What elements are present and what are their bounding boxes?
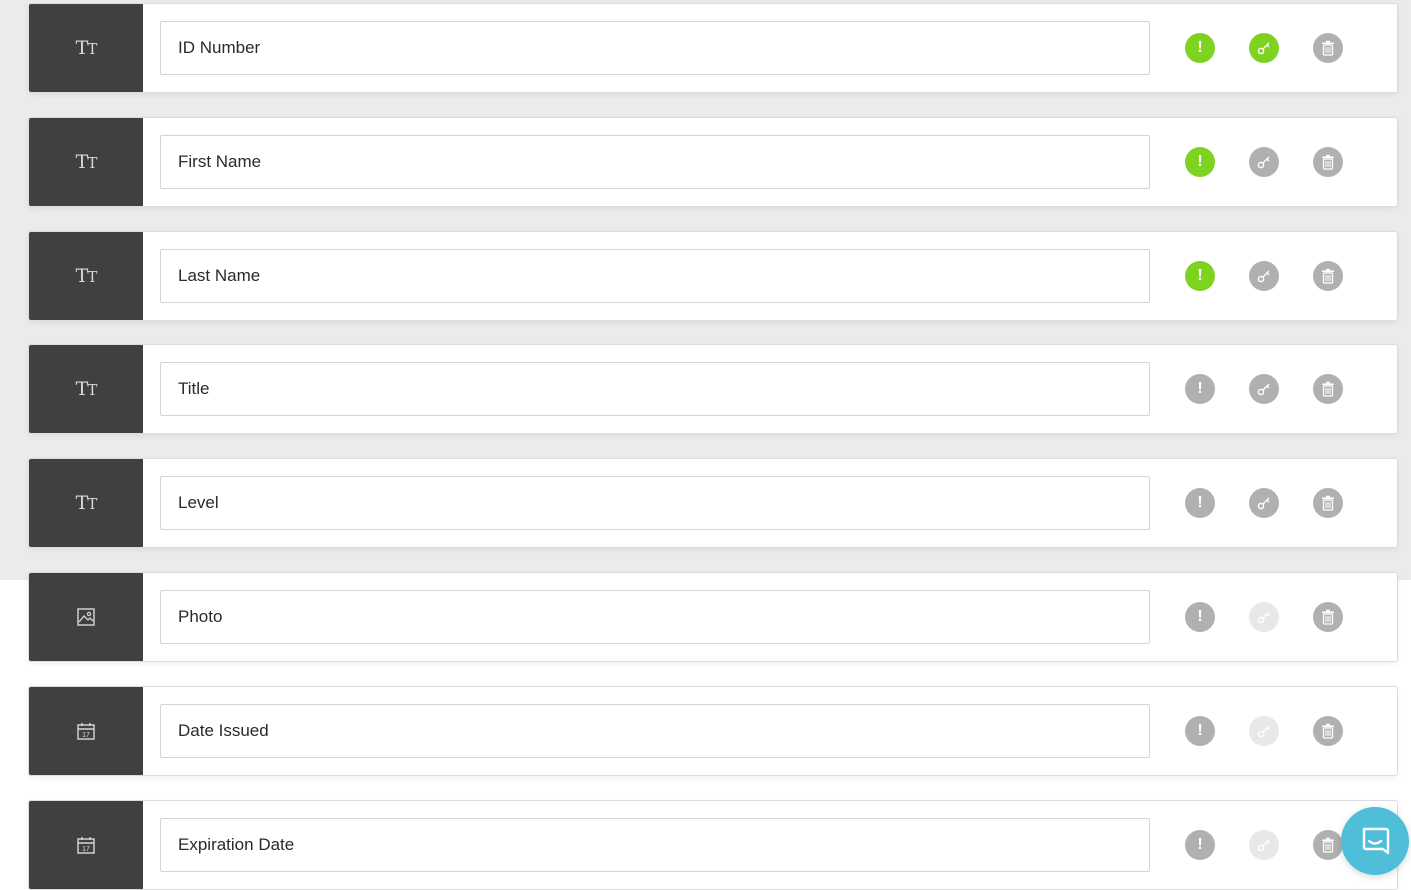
exclamation-icon: ! <box>1197 153 1203 170</box>
type-cell[interactable]: TT <box>29 118 143 206</box>
field-row: TT ! <box>28 117 1398 207</box>
svg-text:17: 17 <box>82 846 90 853</box>
exclamation-icon: ! <box>1197 380 1203 397</box>
type-cell[interactable]: TT <box>29 232 143 320</box>
key-toggle-button <box>1249 716 1279 746</box>
key-toggle-button[interactable] <box>1249 374 1279 404</box>
type-cell[interactable]: TT <box>29 4 143 92</box>
trash-icon <box>1322 609 1334 625</box>
trash-icon <box>1322 154 1334 170</box>
field-row: TT ! <box>28 458 1398 548</box>
calendar-type-icon: 17 <box>77 723 95 740</box>
required-toggle-button[interactable]: ! <box>1185 261 1215 291</box>
delete-button[interactable] <box>1313 261 1343 291</box>
field-name-input[interactable] <box>160 476 1150 530</box>
exclamation-icon: ! <box>1197 39 1203 56</box>
trash-icon <box>1322 40 1334 56</box>
key-toggle-button[interactable] <box>1249 33 1279 63</box>
key-icon <box>1257 42 1270 55</box>
required-toggle-button[interactable]: ! <box>1185 830 1215 860</box>
key-toggle-button[interactable] <box>1249 261 1279 291</box>
field-name-input[interactable] <box>160 362 1150 416</box>
text-type-icon: TT <box>75 37 98 59</box>
field-row: 17 ! <box>28 800 1398 890</box>
key-icon <box>1257 383 1270 396</box>
type-cell[interactable]: 17 <box>29 687 143 775</box>
key-icon <box>1257 497 1270 510</box>
key-icon <box>1257 839 1270 852</box>
key-icon <box>1257 611 1270 624</box>
required-toggle-button[interactable]: ! <box>1185 147 1215 177</box>
trash-icon <box>1322 268 1334 284</box>
field-row: TT ! <box>28 3 1398 93</box>
text-type-icon: TT <box>75 378 98 400</box>
key-icon <box>1257 725 1270 738</box>
required-toggle-button[interactable]: ! <box>1185 33 1215 63</box>
delete-button[interactable] <box>1313 147 1343 177</box>
chat-bubble-icon <box>1362 827 1390 855</box>
trash-icon <box>1322 495 1334 511</box>
image-type-icon <box>77 608 95 626</box>
delete-button[interactable] <box>1313 830 1343 860</box>
exclamation-icon: ! <box>1197 267 1203 284</box>
exclamation-icon: ! <box>1197 494 1203 511</box>
trash-icon <box>1322 837 1334 853</box>
required-toggle-button[interactable]: ! <box>1185 488 1215 518</box>
text-type-icon: TT <box>75 265 98 287</box>
key-toggle-button <box>1249 602 1279 632</box>
field-row: TT ! <box>28 344 1398 434</box>
calendar-type-icon: 17 <box>77 837 95 854</box>
required-toggle-button[interactable]: ! <box>1185 602 1215 632</box>
field-row: ! <box>28 572 1398 662</box>
key-toggle-button <box>1249 830 1279 860</box>
field-name-input[interactable] <box>160 590 1150 644</box>
exclamation-icon: ! <box>1197 836 1203 853</box>
type-cell[interactable]: TT <box>29 345 143 433</box>
delete-button[interactable] <box>1313 602 1343 632</box>
key-toggle-button[interactable] <box>1249 488 1279 518</box>
chat-launcher-button[interactable] <box>1341 807 1409 875</box>
exclamation-icon: ! <box>1197 608 1203 625</box>
trash-icon <box>1322 723 1334 739</box>
field-row: 17 ! <box>28 686 1398 776</box>
text-type-icon: TT <box>75 151 98 173</box>
field-name-input[interactable] <box>160 818 1150 872</box>
type-cell[interactable]: TT <box>29 459 143 547</box>
key-icon <box>1257 270 1270 283</box>
svg-text:17: 17 <box>82 732 90 739</box>
type-cell[interactable] <box>29 573 143 661</box>
delete-button[interactable] <box>1313 716 1343 746</box>
field-name-input[interactable] <box>160 704 1150 758</box>
field-name-input[interactable] <box>160 135 1150 189</box>
trash-icon <box>1322 381 1334 397</box>
required-toggle-button[interactable]: ! <box>1185 374 1215 404</box>
field-name-input[interactable] <box>160 249 1150 303</box>
required-toggle-button[interactable]: ! <box>1185 716 1215 746</box>
field-row: TT ! <box>28 231 1398 321</box>
text-type-icon: TT <box>75 492 98 514</box>
key-toggle-button[interactable] <box>1249 147 1279 177</box>
delete-button[interactable] <box>1313 374 1343 404</box>
type-cell[interactable]: 17 <box>29 801 143 889</box>
exclamation-icon: ! <box>1197 722 1203 739</box>
delete-button[interactable] <box>1313 488 1343 518</box>
delete-button[interactable] <box>1313 33 1343 63</box>
field-name-input[interactable] <box>160 21 1150 75</box>
key-icon <box>1257 156 1270 169</box>
